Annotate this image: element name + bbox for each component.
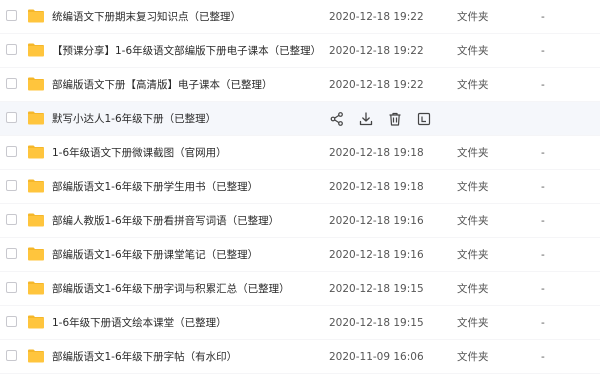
file-row[interactable]: 部编版语文1-6年级下册学生用书（已整理） 2020-12-18 19:18 文… [0, 170, 600, 204]
file-type: 文件夹 [457, 215, 489, 227]
file-type: 文件夹 [457, 79, 489, 91]
file-type: 文件夹 [457, 249, 489, 261]
file-name[interactable]: 部编版语文1-6年级下册字帖（有水印） [52, 340, 237, 374]
folder-icon [27, 178, 45, 194]
file-row[interactable]: 部编版语文1-6年级下册字词与积累汇总（已整理） 2020-12-18 19:1… [0, 272, 600, 306]
row-checkbox[interactable] [6, 78, 17, 89]
row-checkbox[interactable] [6, 112, 17, 123]
file-modified-date: 2020-11-09 16:06 [329, 351, 424, 363]
file-type: 文件夹 [457, 147, 489, 159]
folder-icon [27, 144, 45, 160]
file-type: 文件夹 [457, 45, 489, 57]
download-icon[interactable] [358, 111, 374, 127]
file-type: 文件夹 [457, 283, 489, 295]
file-modified-date: 2020-12-18 19:22 [329, 45, 424, 57]
folder-icon [27, 110, 45, 126]
file-modified-date: 2020-12-18 19:22 [329, 11, 424, 23]
folder-icon [27, 42, 45, 58]
file-size: - [541, 45, 545, 57]
file-size: - [541, 283, 545, 295]
row-checkbox[interactable] [6, 214, 17, 225]
file-size: - [541, 79, 545, 91]
file-type: 文件夹 [457, 317, 489, 329]
folder-icon [27, 8, 45, 24]
file-size: - [541, 351, 545, 363]
file-modified-date: 2020-12-18 19:15 [329, 283, 424, 295]
folder-icon [27, 212, 45, 228]
file-row[interactable]: 部编版语文1-6年级下册字帖（有水印） 2020-11-09 16:06 文件夹… [0, 340, 600, 374]
folder-icon [27, 76, 45, 92]
folder-icon [27, 314, 45, 330]
file-row[interactable]: 部编版语文下册【高清版】电子课本（已整理） 2020-12-18 19:22 文… [0, 68, 600, 102]
file-row[interactable]: 1-6年级下册语文绘本课堂（已整理） 2020-12-18 19:15 文件夹 … [0, 306, 600, 340]
row-checkbox[interactable] [6, 10, 17, 21]
file-row[interactable]: 【预课分享】1-6年级语文部编版下册电子课本（已整理） 2020-12-18 1… [0, 34, 600, 68]
file-modified-date: 2020-12-18 19:18 [329, 181, 424, 193]
file-row[interactable]: 部编版语文1-6年级下册课堂笔记（已整理） 2020-12-18 19:16 文… [0, 238, 600, 272]
file-row[interactable]: 1-6年级语文下册微课截图（官网用） 2020-12-18 19:18 文件夹 … [0, 136, 600, 170]
row-actions [329, 102, 439, 136]
file-name[interactable]: 部编版语文1-6年级下册学生用书（已整理） [52, 170, 258, 204]
folder-icon [27, 280, 45, 296]
file-name[interactable]: 部编版语文下册【高清版】电子课本（已整理） [52, 68, 273, 102]
file-size: - [541, 181, 545, 193]
file-name[interactable]: 部编人教版1-6年级下册看拼音写词语（已整理） [52, 204, 279, 238]
file-modified-date: 2020-12-18 19:16 [329, 249, 424, 261]
row-checkbox[interactable] [6, 44, 17, 55]
file-name[interactable]: 部编版语文1-6年级下册字词与积累汇总（已整理） [52, 272, 290, 306]
row-checkbox[interactable] [6, 316, 17, 327]
file-modified-date: 2020-12-18 19:16 [329, 215, 424, 227]
file-size: - [541, 11, 545, 23]
file-name[interactable]: 1-6年级下册语文绘本课堂（已整理） [52, 306, 227, 340]
file-row[interactable]: 部编人教版1-6年级下册看拼音写词语（已整理） 2020-12-18 19:16… [0, 204, 600, 238]
file-list: 统编语文下册期末复习知识点（已整理） 2020-12-18 19:22 文件夹 … [0, 0, 600, 375]
file-type: 文件夹 [457, 11, 489, 23]
folder-icon [27, 348, 45, 364]
file-name[interactable]: 统编语文下册期末复习知识点（已整理） [52, 0, 241, 34]
file-row[interactable]: 统编语文下册期末复习知识点（已整理） 2020-12-18 19:22 文件夹 … [0, 0, 600, 34]
file-type: 文件夹 [457, 181, 489, 193]
file-size: - [541, 249, 545, 261]
file-name[interactable]: 部编版语文1-6年级下册课堂笔记（已整理） [52, 238, 258, 272]
share-icon[interactable] [329, 111, 345, 127]
row-checkbox[interactable] [6, 282, 17, 293]
file-size: - [541, 147, 545, 159]
file-size: - [541, 215, 545, 227]
file-modified-date: 2020-12-18 19:22 [329, 79, 424, 91]
file-row-hovered[interactable]: 默写小达人1-6年级下册（已整理） [0, 102, 600, 136]
file-modified-date: 2020-12-18 19:18 [329, 147, 424, 159]
row-checkbox[interactable] [6, 350, 17, 361]
row-checkbox[interactable] [6, 248, 17, 259]
folder-icon [27, 246, 45, 262]
file-size: - [541, 317, 545, 329]
file-name[interactable]: 默写小达人1-6年级下册（已整理） [52, 102, 216, 136]
row-checkbox[interactable] [6, 146, 17, 157]
delete-icon[interactable] [387, 111, 403, 127]
file-type: 文件夹 [457, 351, 489, 363]
file-name[interactable]: 1-6年级语文下册微课截图（官网用） [52, 136, 227, 170]
file-modified-date: 2020-12-18 19:15 [329, 317, 424, 329]
row-checkbox[interactable] [6, 180, 17, 191]
file-name[interactable]: 【预课分享】1-6年级语文部编版下册电子课本（已整理） [52, 34, 321, 68]
rename-icon[interactable] [416, 111, 432, 127]
